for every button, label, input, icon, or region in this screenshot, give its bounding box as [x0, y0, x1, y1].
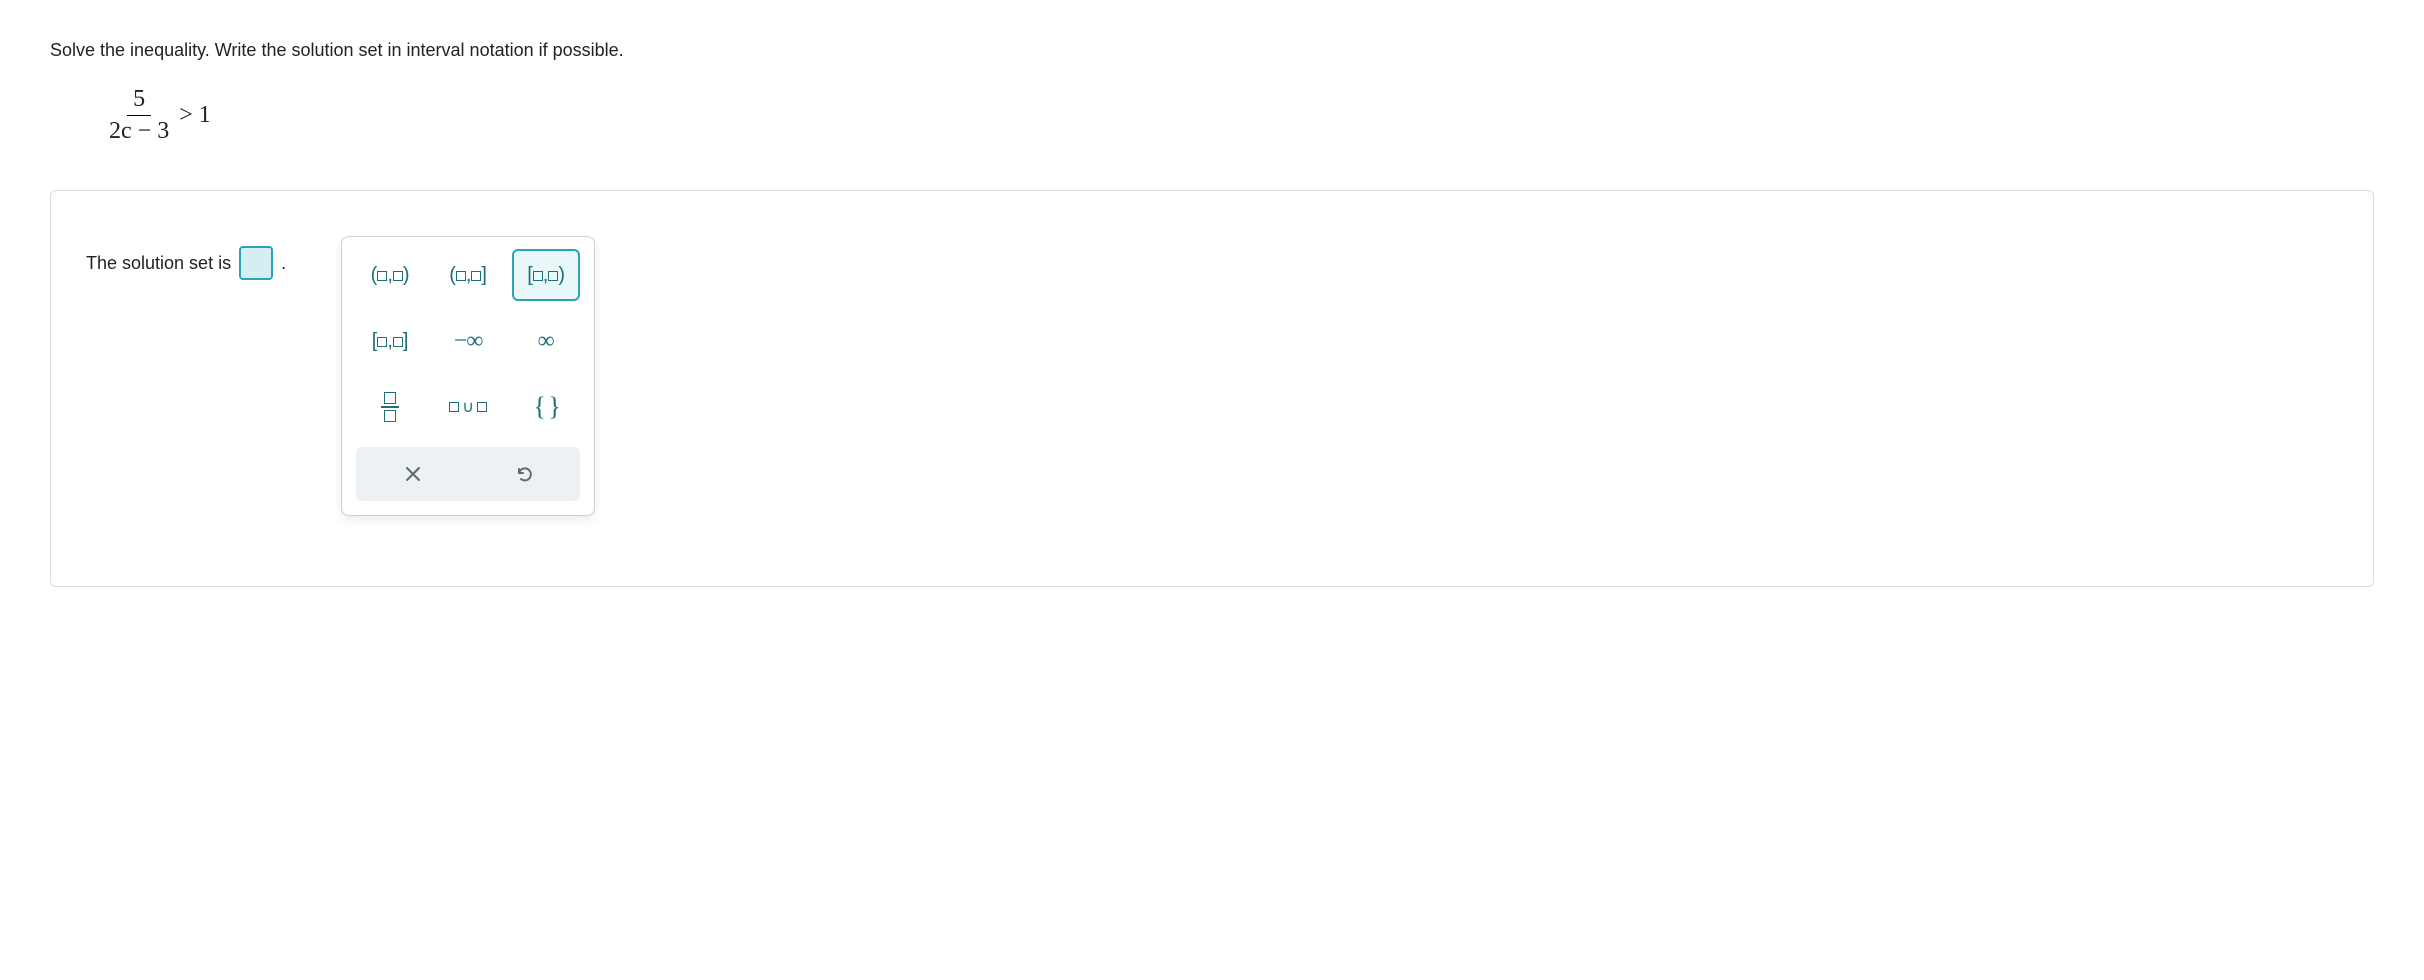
interval-closed-closed-button[interactable]: [,]: [356, 315, 424, 367]
empty-set-button[interactable]: { }: [512, 381, 580, 433]
union-button[interactable]: ∪: [434, 381, 502, 433]
interval-open-open-button[interactable]: (,): [356, 249, 424, 301]
interval-closed-open-button[interactable]: [,): [512, 249, 580, 301]
fraction-denominator: 2c − 3: [105, 116, 173, 145]
close-icon: [404, 465, 422, 483]
clear-button[interactable]: [362, 453, 463, 495]
instruction-text: Solve the inequality. Write the solution…: [50, 40, 2374, 61]
interval-open-closed-button[interactable]: (,]: [434, 249, 502, 301]
negative-infinity-button[interactable]: −∞: [434, 315, 502, 367]
fraction-button[interactable]: [356, 381, 424, 433]
solution-prompt-tail: .: [281, 253, 286, 274]
solution-prompt-label: The solution set is: [86, 253, 231, 274]
answer-panel: The solution set is . (,) (,] [,) [,] −∞…: [50, 190, 2374, 587]
symbol-palette: (,) (,] [,) [,] −∞ ∞: [341, 236, 595, 516]
positive-infinity-button[interactable]: ∞: [512, 315, 580, 367]
answer-input-box[interactable]: [239, 246, 273, 280]
solution-prompt-row: The solution set is .: [86, 246, 286, 280]
fraction-numerator: 5: [127, 86, 151, 116]
inequality-expression: 5 2c − 3 > 1: [105, 86, 2374, 145]
relation-text: > 1: [179, 102, 211, 129]
undo-icon: [514, 464, 534, 484]
undo-button[interactable]: [473, 453, 574, 495]
